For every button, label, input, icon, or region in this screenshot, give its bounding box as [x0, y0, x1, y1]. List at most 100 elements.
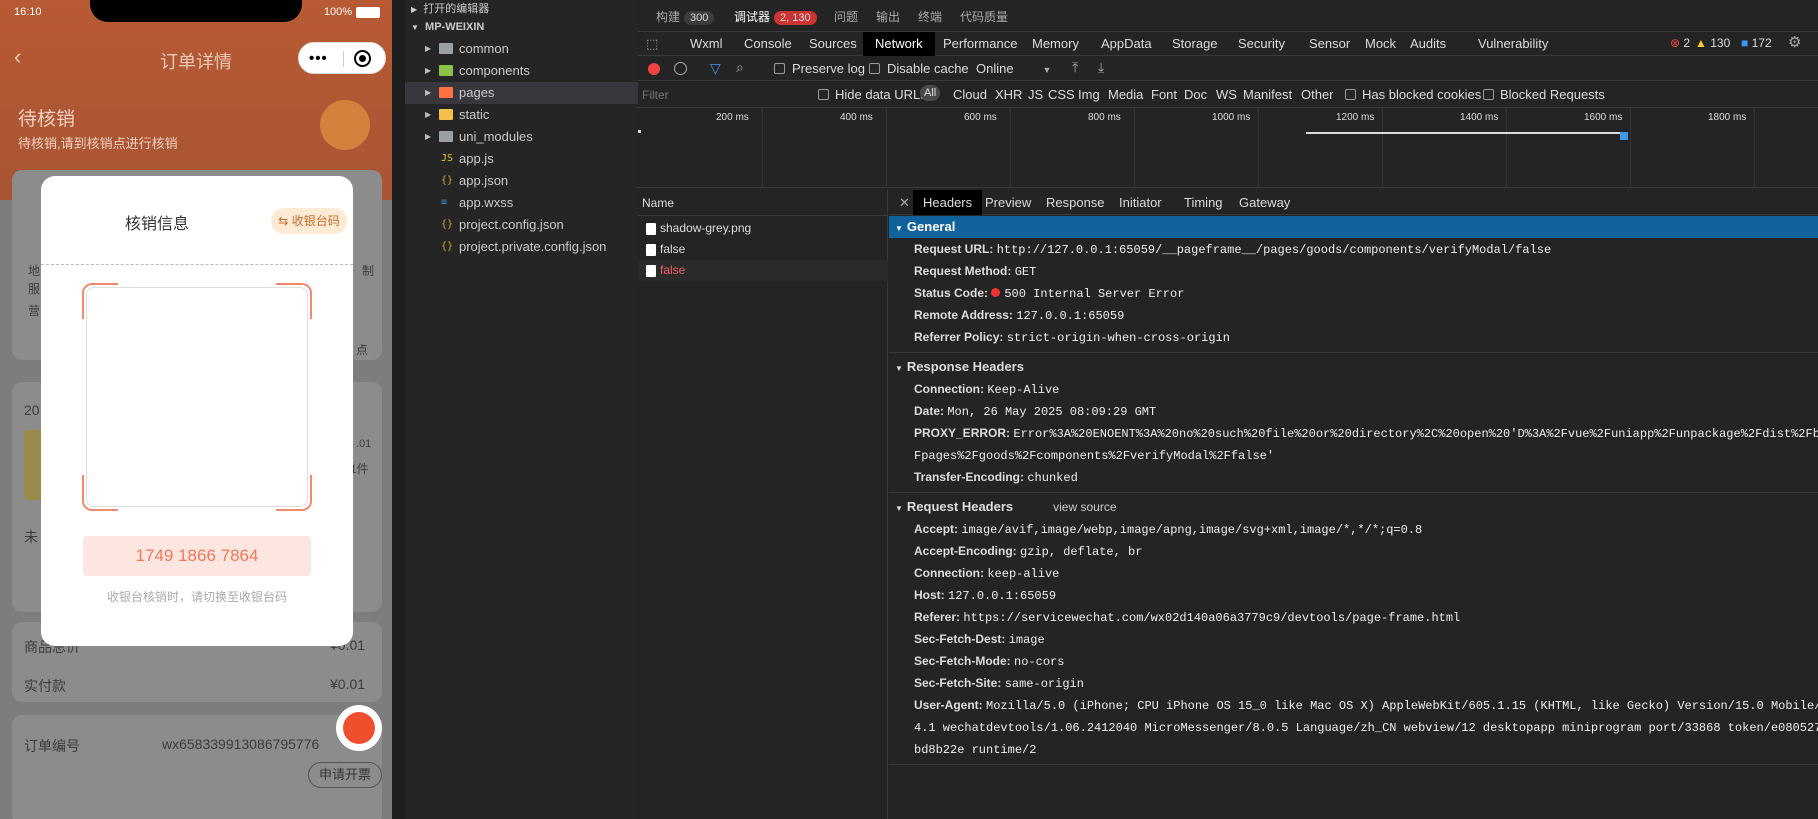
request-row[interactable]: shadow-grey.png: [638, 218, 888, 239]
filter-input[interactable]: [642, 85, 802, 105]
tab-build-label: 构建: [656, 10, 681, 24]
tab-console[interactable]: Console: [744, 36, 792, 51]
tab-gateway[interactable]: Gateway: [1239, 195, 1290, 210]
type-filter-font[interactable]: Font: [1151, 87, 1177, 102]
tab-security[interactable]: Security: [1238, 36, 1285, 51]
record-stop-icon[interactable]: [648, 63, 660, 75]
chevron-down-icon: ▼: [895, 224, 903, 233]
tab-wxml[interactable]: Wxml: [690, 36, 723, 51]
settings-gear-icon[interactable]: ⚙: [1788, 33, 1801, 51]
tree-item-project-config-json[interactable]: {} project.config.json: [405, 214, 638, 236]
tab-terminal[interactable]: 终端: [918, 8, 942, 25]
disable-cache-checkbox[interactable]: [869, 63, 880, 74]
header-row: Host: 127.0.0.1:65059: [914, 588, 1056, 603]
folder-icon: [439, 131, 453, 142]
header-row: Request URL: http://127.0.0.1:65059/__pa…: [914, 242, 1551, 257]
tab-vulnerability[interactable]: Vulnerability: [1478, 36, 1548, 51]
header-row: Accept: image/avif,image/webp,image/apng…: [914, 522, 1422, 537]
timeline-gridline: [1754, 108, 1755, 188]
error-icon: ⊗: [1670, 36, 1681, 50]
hide-data-urls-checkbox[interactable]: [818, 89, 829, 100]
tab-sources[interactable]: Sources: [809, 36, 857, 51]
request-row[interactable]: false: [638, 260, 888, 281]
tab-debugger[interactable]: 调试器 2, 130: [734, 8, 817, 25]
tab-code-quality[interactable]: 代码质量: [960, 8, 1008, 25]
tree-item-app-js[interactable]: JS app.js: [405, 148, 638, 170]
type-filter-all[interactable]: All: [920, 85, 941, 101]
tree-item-app-wxss[interactable]: ≡ app.wxss: [405, 192, 638, 214]
tab-build[interactable]: 构建 300: [656, 8, 715, 25]
tree-item-app-json[interactable]: {} app.json: [405, 170, 638, 192]
header-row: Status Code: 500 Internal Server Error: [914, 286, 1184, 301]
clear-icon[interactable]: [674, 62, 687, 75]
tab-network[interactable]: Network: [863, 32, 935, 56]
type-filter-media[interactable]: Media: [1108, 87, 1143, 102]
preserve-log-checkbox[interactable]: [774, 63, 785, 74]
tab-response[interactable]: Response: [1046, 195, 1105, 210]
tab-initiator[interactable]: Initiator: [1119, 195, 1162, 210]
inspect-element-icon[interactable]: ⬚: [646, 36, 658, 52]
type-filter-ws[interactable]: WS: [1216, 87, 1237, 102]
export-har-icon[interactable]: ⤓: [1098, 59, 1104, 76]
network-timeline-overview[interactable]: 200 ms 400 ms 600 ms 800 ms 1000 ms 1200 ms 14…: [638, 108, 1818, 188]
floating-cube-button[interactable]: [336, 705, 382, 751]
more-icon[interactable]: •••: [309, 50, 328, 67]
info-count[interactable]: ■ 172: [1741, 36, 1772, 50]
close-detail-icon[interactable]: ✕: [899, 195, 910, 211]
type-filter-manifest[interactable]: Manifest: [1243, 87, 1292, 102]
cashier-code-label: 收银台码: [291, 214, 340, 228]
tree-item-pages[interactable]: ▶ pages: [405, 82, 638, 104]
tree-item-common[interactable]: ▶ common: [405, 38, 638, 60]
filter-funnel-icon[interactable]: ▽: [710, 60, 721, 77]
type-filter-doc[interactable]: Doc: [1184, 87, 1207, 102]
type-filter-img[interactable]: Img: [1078, 87, 1100, 102]
project-section[interactable]: ▼ MP-WEIXIN: [411, 21, 484, 33]
view-source-link[interactable]: view source: [1053, 500, 1116, 514]
chevron-right-icon: ▶: [425, 110, 432, 119]
open-editors-section[interactable]: ▶ 打开的编辑器: [411, 0, 489, 16]
tab-headers[interactable]: Headers: [913, 190, 983, 215]
tab-timing[interactable]: Timing: [1184, 195, 1223, 210]
name-column-header[interactable]: Name: [638, 190, 888, 216]
tab-sensor[interactable]: Sensor: [1309, 36, 1350, 51]
import-har-icon[interactable]: ⤒: [1072, 59, 1078, 76]
apply-invoice-button[interactable]: 申请开票: [308, 762, 382, 788]
search-icon[interactable]: ⌕: [736, 59, 744, 76]
type-filter-xhr[interactable]: XHR: [995, 87, 1022, 102]
tree-item-uni-modules[interactable]: ▶ uni_modules: [405, 126, 638, 148]
tab-output[interactable]: 输出: [876, 8, 900, 25]
response-headers-section-header[interactable]: ▼ Response Headers: [889, 356, 1818, 378]
close-miniprogram-icon[interactable]: [354, 50, 371, 67]
tab-preview[interactable]: Preview: [985, 195, 1031, 210]
tree-item-components[interactable]: ▶ components: [405, 60, 638, 82]
switch-cashier-code-button[interactable]: ⇆ 收银台码: [271, 208, 347, 234]
tab-appdata[interactable]: AppData: [1101, 36, 1152, 51]
warning-count[interactable]: ▲ 130: [1695, 36, 1730, 50]
request-detail: ✕ Headers Preview Response Initiator Tim…: [889, 190, 1818, 819]
request-headers-section-header[interactable]: ▼ Request Headers view source: [889, 496, 1818, 518]
tab-audits[interactable]: Audits: [1410, 36, 1446, 51]
mini-program-capsule[interactable]: •••: [298, 42, 386, 74]
tree-item-project-private-config-json[interactable]: {} project.private.config.json: [405, 236, 638, 258]
timeline-tick-label: 1200 ms: [1336, 112, 1375, 123]
tab-storage[interactable]: Storage: [1172, 36, 1218, 51]
throttling-select[interactable]: Online ▼: [976, 61, 1051, 76]
blocked-requests-checkbox[interactable]: [1483, 89, 1494, 100]
tab-memory[interactable]: Memory: [1032, 36, 1079, 51]
type-filter-js[interactable]: JS: [1028, 87, 1043, 102]
general-section-header[interactable]: ▼ General: [889, 216, 1818, 238]
error-count[interactable]: ⊗ 2: [1670, 36, 1690, 50]
tab-mock[interactable]: Mock: [1365, 36, 1396, 51]
type-filter-other[interactable]: Other: [1301, 87, 1334, 102]
tab-problems[interactable]: 问题: [834, 8, 858, 25]
has-blocked-cookies-checkbox[interactable]: [1345, 89, 1356, 100]
type-filter-cloud[interactable]: Cloud: [953, 87, 987, 102]
blocked-requests-label: Blocked Requests: [1500, 87, 1605, 102]
type-filter-css[interactable]: CSS: [1048, 87, 1075, 102]
scan-corner-bl: [82, 475, 118, 511]
timeline-request-bar: [1306, 132, 1624, 134]
tree-item-static[interactable]: ▶ static: [405, 104, 638, 126]
request-row[interactable]: false: [638, 239, 888, 260]
build-count-badge: 300: [684, 11, 715, 25]
tab-performance[interactable]: Performance: [943, 36, 1017, 51]
